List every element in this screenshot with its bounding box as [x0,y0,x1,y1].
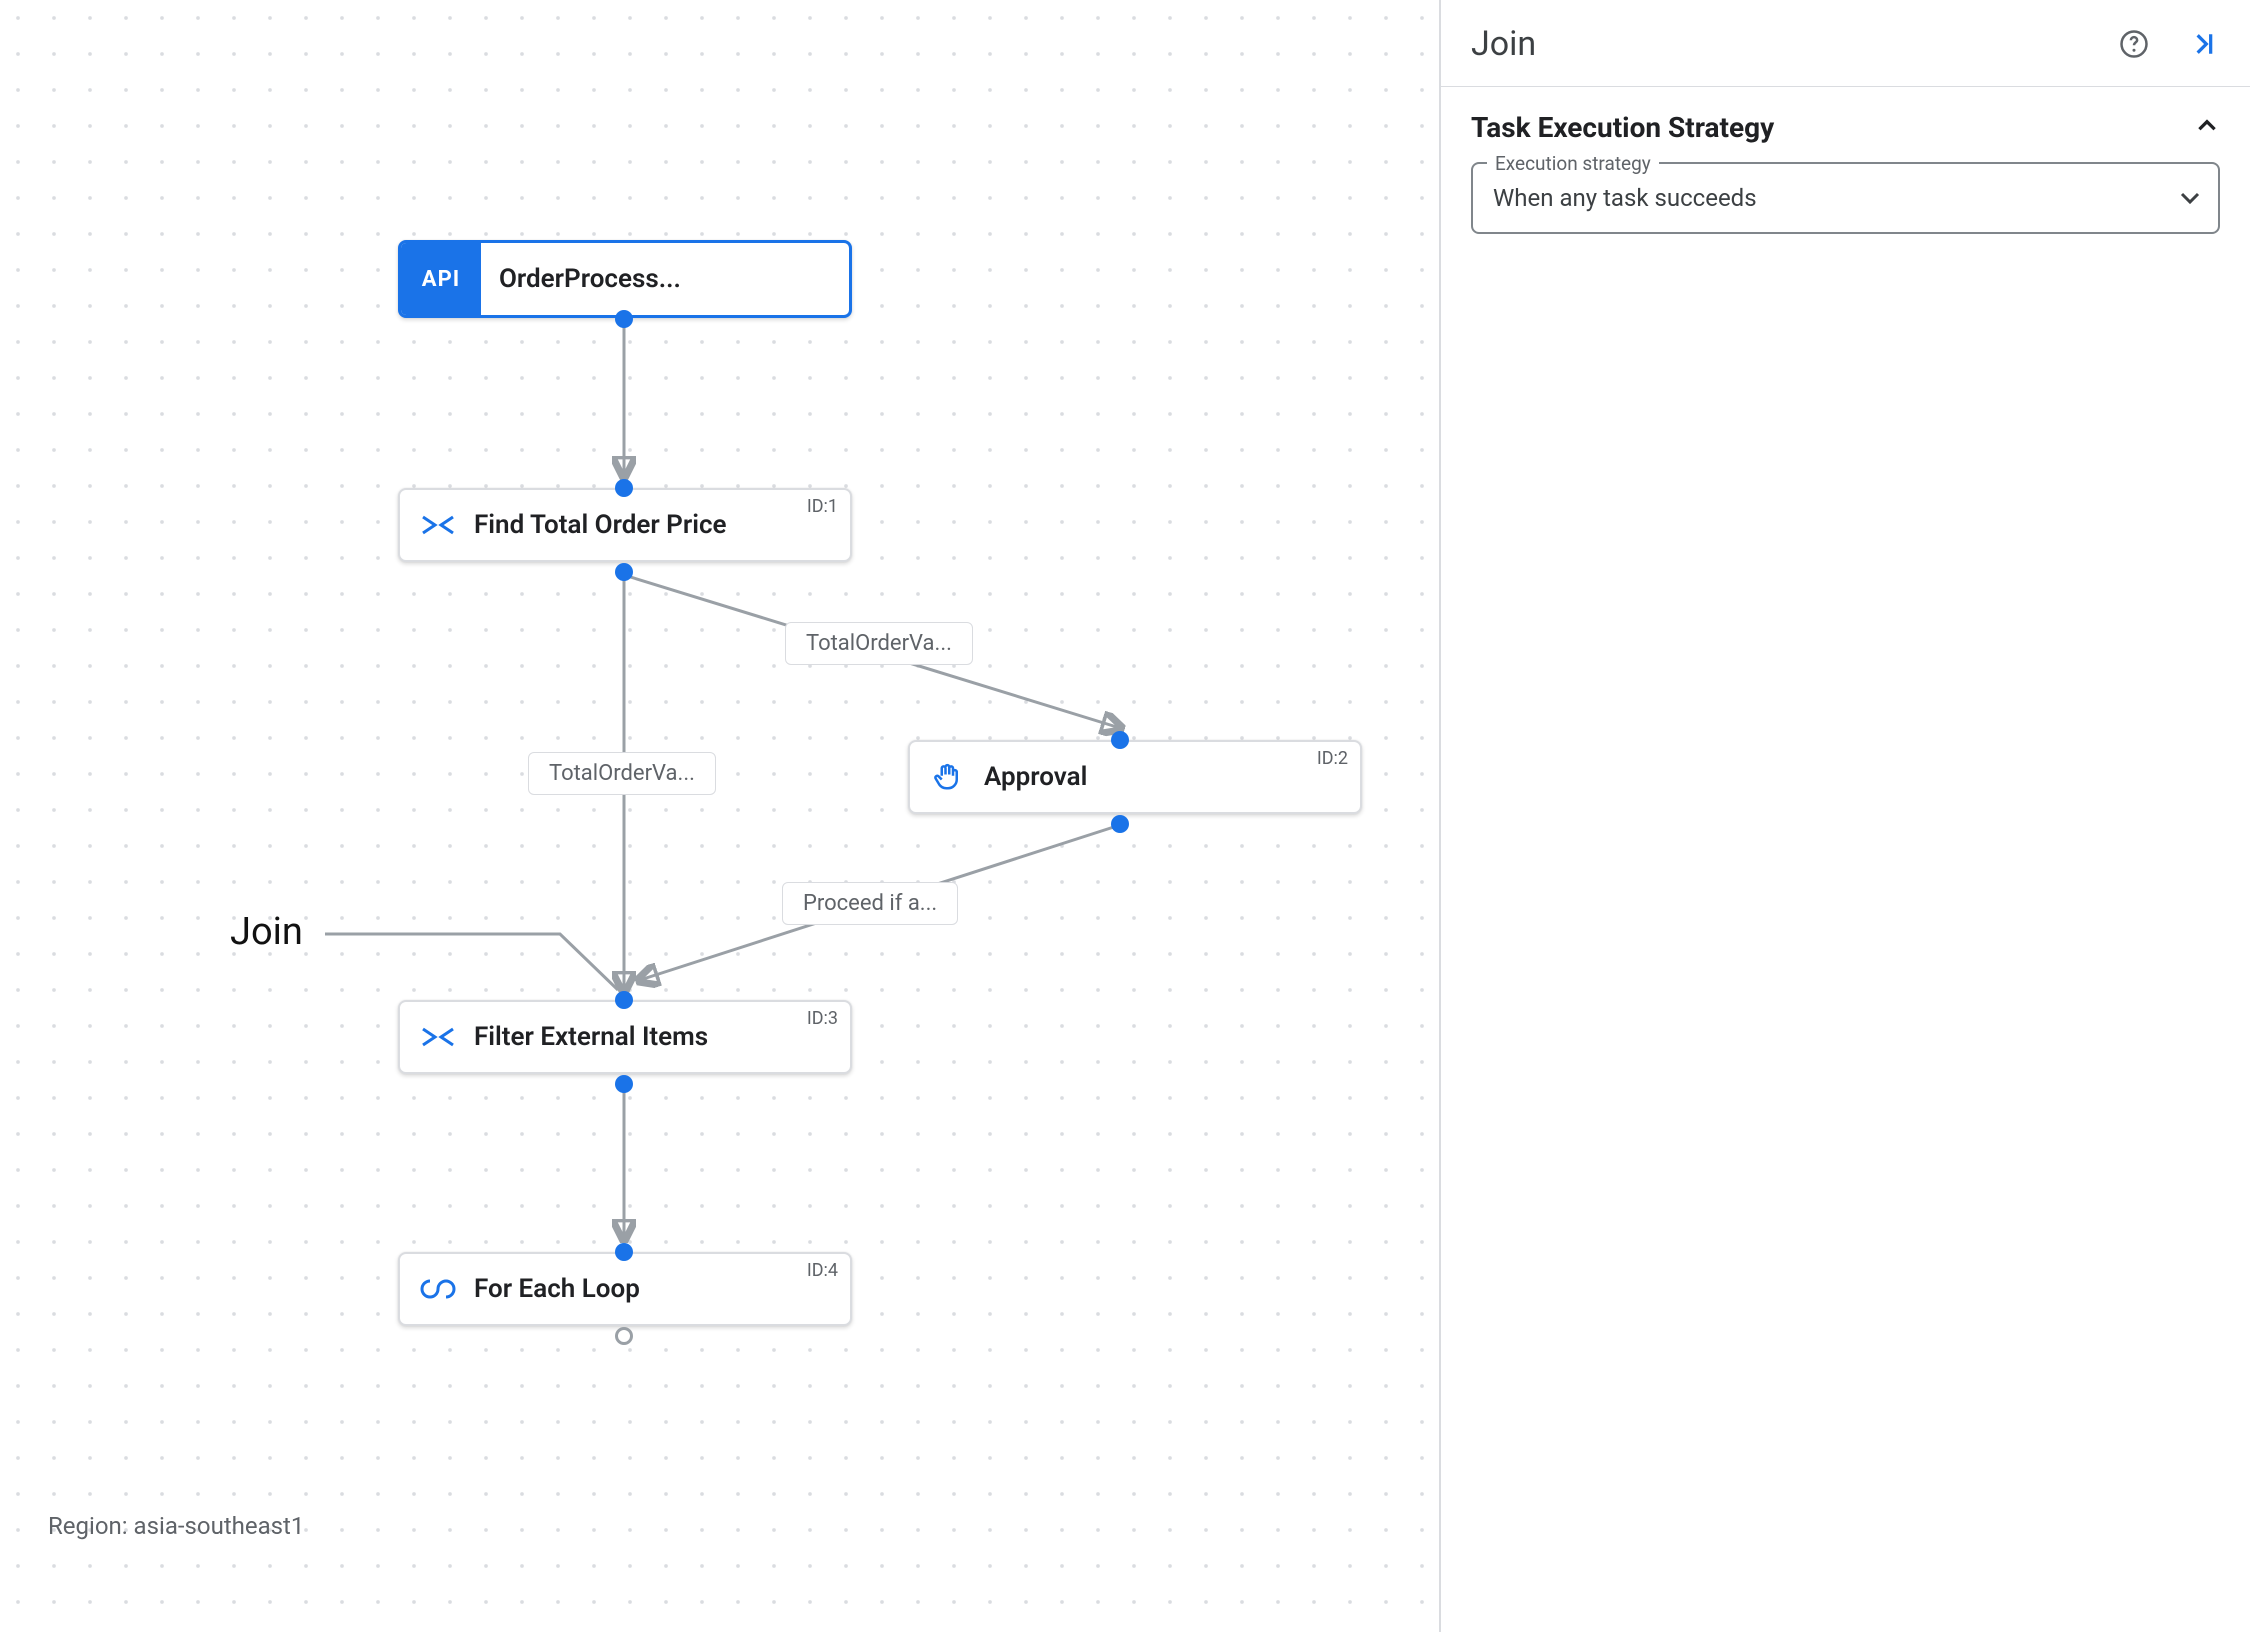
node-label: Filter External Items [474,1022,708,1052]
node-id: ID:1 [807,496,838,517]
hand-icon [928,757,968,797]
trigger-label: OrderProcess... [499,264,681,294]
select-float-label: Execution strategy [1487,152,1659,175]
panel-title: Join [1471,24,1536,64]
node-id: ID:4 [807,1260,838,1281]
port[interactable] [615,310,633,328]
diagram-canvas[interactable]: API OrderProcess... ID:1 Find Total Orde… [0,0,1440,1632]
node-label: Approval [984,762,1087,792]
node-label: Find Total Order Price [474,510,727,540]
data-map-icon [418,505,458,545]
node-label: For Each Loop [474,1274,640,1304]
panel-collapse-icon[interactable] [2184,26,2220,62]
edge-label[interactable]: TotalOrderVa... [785,622,973,665]
node-id: ID:3 [807,1008,838,1029]
port[interactable] [1111,815,1129,833]
execution-strategy-select[interactable]: Execution strategy When any task succeed… [1471,162,2220,234]
api-chip: API [401,243,481,315]
port[interactable] [615,991,633,1009]
annotation-join: Join [230,910,303,954]
data-map-icon [418,1017,458,1057]
select-value: When any task succeeds [1493,184,1757,212]
section-header[interactable]: Task Execution Strategy [1471,111,2220,144]
trigger-node[interactable]: API OrderProcess... [398,240,852,318]
region-label: Region: asia-southeast1 [48,1512,304,1540]
task-node-find-total[interactable]: ID:1 Find Total Order Price [398,488,852,562]
task-node-approval[interactable]: ID:2 Approval [908,740,1362,814]
panel-header: Join [1441,0,2250,87]
section-title: Task Execution Strategy [1471,111,1774,144]
properties-panel: Join Task Execution Strategy Execution s… [1440,0,2250,1632]
task-node-loop[interactable]: ID:4 For Each Loop [398,1252,852,1326]
node-id: ID:2 [1317,748,1348,769]
chevron-up-icon[interactable] [2194,113,2220,143]
loop-icon [418,1269,458,1309]
port[interactable] [615,1243,633,1261]
task-node-filter[interactable]: ID:3 Filter External Items [398,1000,852,1074]
edge-label[interactable]: TotalOrderVa... [528,752,716,795]
port[interactable] [615,479,633,497]
port-empty[interactable] [615,1327,633,1345]
section-execution-strategy: Task Execution Strategy Execution strate… [1441,87,2250,244]
edge-label[interactable]: Proceed if a... [782,882,958,925]
app-root: API OrderProcess... ID:1 Find Total Orde… [0,0,2250,1632]
port[interactable] [1111,731,1129,749]
caret-down-icon [2180,184,2200,212]
port[interactable] [615,1075,633,1093]
help-circle-icon[interactable] [2116,26,2152,62]
port[interactable] [615,563,633,581]
